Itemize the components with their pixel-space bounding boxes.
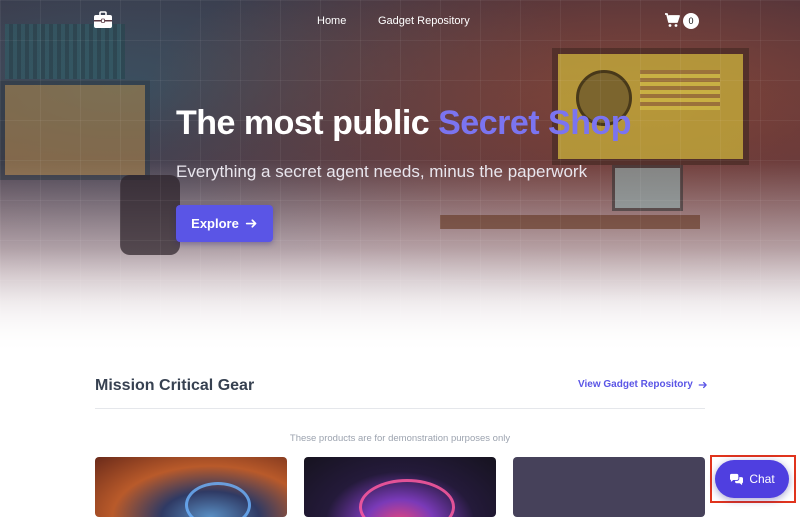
chat-button[interactable]: Chat <box>715 460 789 498</box>
view-link-label: View Gadget Repository <box>578 379 693 390</box>
briefcase-icon[interactable] <box>93 11 113 29</box>
arrow-right-icon <box>245 219 257 228</box>
product-image <box>359 479 455 517</box>
explore-button[interactable]: Explore <box>176 205 273 242</box>
chat-bubbles-icon <box>730 473 744 485</box>
chat-button-label: Chat <box>749 472 775 486</box>
hero-section: The most public Secret Shop Everything a… <box>0 0 800 355</box>
product-card[interactable] <box>513 457 705 517</box>
product-card[interactable] <box>304 457 496 517</box>
view-gadget-repository-link[interactable]: View Gadget Repository <box>578 379 708 390</box>
hero-headline-main: The most public <box>176 104 439 142</box>
demo-disclaimer: These products are for demonstration pur… <box>289 433 511 444</box>
product-image <box>185 482 251 517</box>
nav-link-gadget-repository[interactable]: Gadget Repository <box>378 15 470 27</box>
hero-headline-accent: Secret Shop <box>438 104 632 142</box>
hero-headline: The most public Secret Shop <box>176 104 632 143</box>
explore-button-label: Explore <box>191 216 239 231</box>
top-navigation: Home Gadget Repository 0 <box>0 0 800 42</box>
nav-link-home[interactable]: Home <box>317 15 346 27</box>
cart-count-badge: 0 <box>683 13 699 29</box>
arrow-right-icon <box>698 381 707 388</box>
section-title: Mission Critical Gear <box>95 377 255 394</box>
hero-subheadline: Everything a secret agent needs, minus t… <box>176 162 588 181</box>
shopping-cart-icon[interactable] <box>664 12 680 28</box>
section-divider <box>95 408 705 409</box>
product-card[interactable] <box>95 457 287 517</box>
